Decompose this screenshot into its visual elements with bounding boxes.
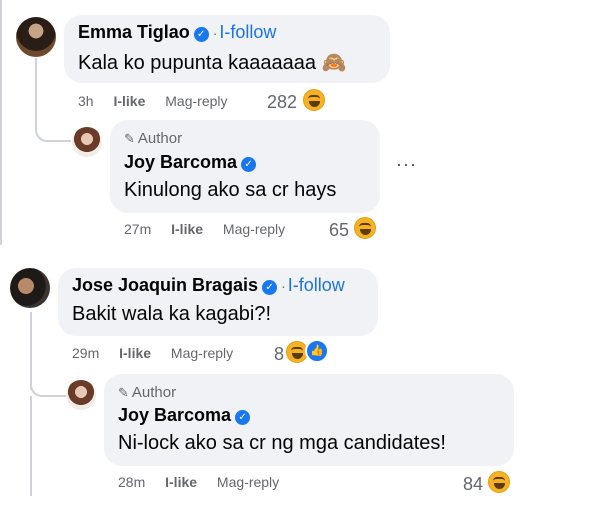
reply-button[interactable]: Mag-reply [171, 345, 233, 361]
reply-button[interactable]: Mag-reply [223, 221, 285, 237]
reaction-count[interactable]: 8 [274, 344, 284, 365]
haha-reaction-icon [354, 217, 376, 239]
like-button[interactable]: I-like [171, 221, 203, 237]
pencil-icon: ✎ [124, 131, 135, 146]
like-button[interactable]: I-like [113, 93, 145, 109]
commenter-name[interactable]: Jose Joaquin Bragais ✓ · I-follow [72, 275, 345, 296]
comment-meta: 3h I-like Mag-reply [78, 93, 228, 109]
thread-elbow [30, 383, 66, 397]
like-reaction-icon: 👍 [305, 339, 329, 363]
reaction-count[interactable]: 84 [463, 474, 483, 495]
commenter-name-text[interactable]: Jose Joaquin Bragais [72, 275, 258, 295]
haha-reaction-icon [303, 89, 325, 111]
comment-text: Kala ko pupunta kaaaaaaa 🙈 [78, 52, 347, 74]
haha-reaction-icon [488, 471, 510, 493]
comment-time[interactable]: 29m [72, 345, 99, 361]
verified-badge-icon: ✓ [241, 157, 257, 172]
separator-dot: · [212, 25, 218, 41]
like-button[interactable]: I-like [119, 345, 151, 361]
comment-text: Bakit wala ka kagabi?! [72, 303, 272, 325]
avatar-joy[interactable] [72, 127, 102, 157]
thread-line [30, 312, 32, 390]
comment-time[interactable]: 27m [124, 221, 151, 237]
comment-time[interactable]: 28m [118, 474, 145, 490]
commenter-name[interactable]: Joy Barcoma ✓ [124, 152, 257, 173]
commenter-name[interactable]: Joy Barcoma ✓ [118, 405, 251, 426]
thread-line [30, 396, 32, 496]
reaction-count[interactable]: 65 [329, 220, 349, 241]
thread-line [0, 0, 2, 245]
follow-link[interactable]: I-follow [288, 275, 345, 295]
avatar-emma[interactable] [16, 17, 56, 57]
commenter-name[interactable]: Emma Tiglao ✓ · I-follow [78, 22, 276, 43]
comment-meta: 29m I-like Mag-reply [72, 345, 233, 361]
reply-button[interactable]: Mag-reply [165, 93, 227, 109]
author-label: ✎ Author [118, 384, 177, 401]
more-options-icon[interactable]: ··· [396, 154, 417, 175]
like-button[interactable]: I-like [165, 474, 197, 490]
verified-badge-icon: ✓ [262, 280, 278, 295]
avatar-joy[interactable] [66, 380, 96, 410]
reaction-count[interactable]: 282 [267, 92, 297, 113]
separator-dot: · [281, 278, 286, 294]
commenter-name-text[interactable]: Joy Barcoma [124, 152, 237, 172]
author-label: ✎ Author [124, 130, 183, 147]
comment-time[interactable]: 3h [78, 93, 94, 109]
comment-text: Kinulong ako sa cr hays [124, 179, 337, 201]
verified-badge-icon: ✓ [193, 27, 209, 42]
pencil-icon: ✎ [118, 385, 129, 400]
avatar-jose[interactable] [10, 268, 50, 308]
commenter-name-text[interactable]: Joy Barcoma [118, 405, 231, 425]
thread-line [35, 58, 37, 128]
reply-button[interactable]: Mag-reply [217, 474, 279, 490]
commenter-name-text[interactable]: Emma Tiglao [78, 22, 190, 42]
comment-text: Ni-lock ako sa cr ng mga candidates! [118, 432, 446, 454]
thread-elbow [35, 128, 71, 142]
verified-badge-icon: ✓ [235, 410, 251, 425]
comment-meta: 28m I-like Mag-reply [118, 474, 279, 490]
comment-meta: 27m I-like Mag-reply [124, 221, 285, 237]
follow-link[interactable]: I-follow [219, 22, 276, 42]
